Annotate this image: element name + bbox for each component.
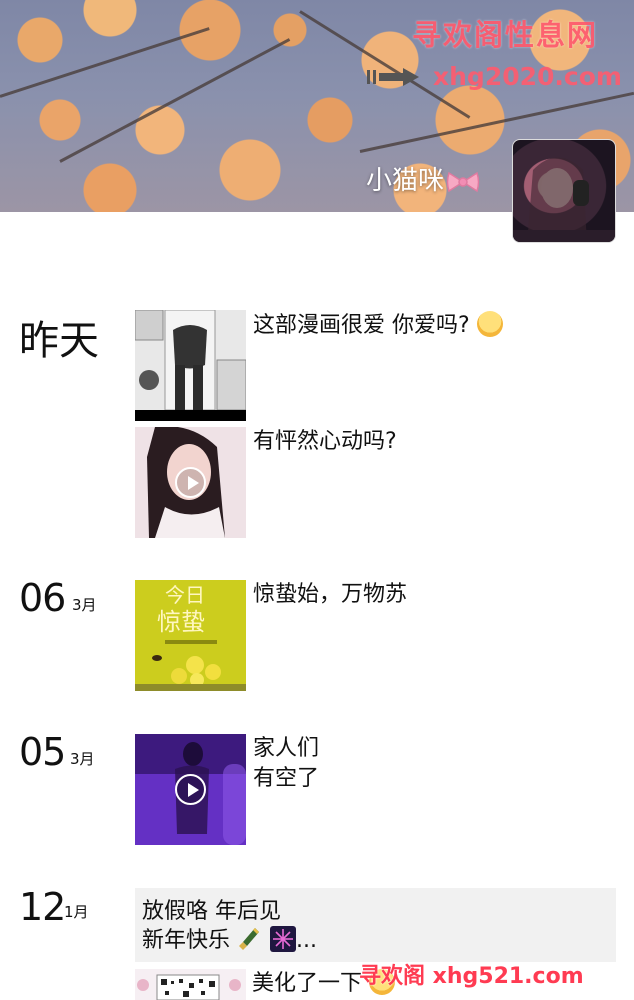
nickname-text: 小猫咪: [366, 166, 445, 196]
post-caption-text: 美化了一下: [252, 971, 363, 996]
arrow-icon: [367, 68, 419, 86]
branch-decoration: [0, 27, 210, 98]
post-caption-line: 有空了: [253, 766, 320, 791]
manga-image: [135, 310, 246, 421]
bottom-watermark: 寻欢阁 xhg521.com: [359, 964, 584, 989]
drooling-face-icon: [476, 311, 503, 337]
post-caption[interactable]: 惊蛰始，万物苏: [253, 580, 407, 610]
date-day: 05: [19, 730, 66, 774]
date-day: 12: [19, 885, 66, 929]
date-month: 3月: [72, 596, 97, 614]
svg-text:今日: 今日: [165, 583, 205, 607]
avatar-photo: [513, 157, 615, 242]
date-label-yesterday: 昨天: [19, 318, 99, 364]
date-month: 3月: [70, 750, 95, 768]
branch-decoration: [59, 38, 291, 163]
fireworks-icon: [270, 926, 297, 952]
text-post-card[interactable]: 放假咯 年后见 新年快乐 ...: [135, 888, 616, 962]
play-icon[interactable]: [175, 774, 206, 805]
post-thumbnail[interactable]: 今日 惊蛰: [135, 580, 246, 691]
avatar[interactable]: [512, 139, 616, 243]
post-thumbnail-video[interactable]: [135, 427, 246, 538]
post-caption-line: 家人们: [253, 736, 320, 761]
cover-watermark-text: 寻欢阁性息网: [412, 18, 599, 52]
post-caption[interactable]: 家人们 有空了: [253, 734, 319, 794]
qr-code-image: [135, 969, 246, 1000]
champagne-icon: [239, 928, 260, 950]
profile-nickname[interactable]: 小猫咪: [366, 160, 480, 197]
bow-icon: [446, 171, 480, 192]
post-caption[interactable]: 有怦然心动吗?: [253, 427, 397, 457]
post-caption-text: 新年快乐: [142, 928, 231, 953]
post-thumbnail[interactable]: [135, 310, 246, 421]
date-day: 06: [19, 576, 66, 620]
date-month: 1月: [64, 903, 89, 921]
post-thumbnail-video[interactable]: [135, 734, 246, 845]
post-caption-text: 这部漫画很爱 你爱吗?: [253, 313, 470, 338]
post-thumbnail[interactable]: [135, 969, 246, 1000]
post-caption[interactable]: 这部漫画很爱 你爱吗?: [253, 311, 503, 341]
play-icon[interactable]: [175, 467, 206, 498]
post-caption-ellipsis: ...: [296, 928, 317, 953]
post-caption-line2: 新年快乐 ...: [142, 926, 317, 956]
cover-watermark-url: xhg2020.com: [433, 62, 622, 91]
svg-text:惊蛰: 惊蛰: [157, 608, 205, 636]
post-caption-line: 放假咯 年后见: [142, 899, 281, 924]
jingzhe-poster: 今日 惊蛰: [135, 580, 246, 691]
